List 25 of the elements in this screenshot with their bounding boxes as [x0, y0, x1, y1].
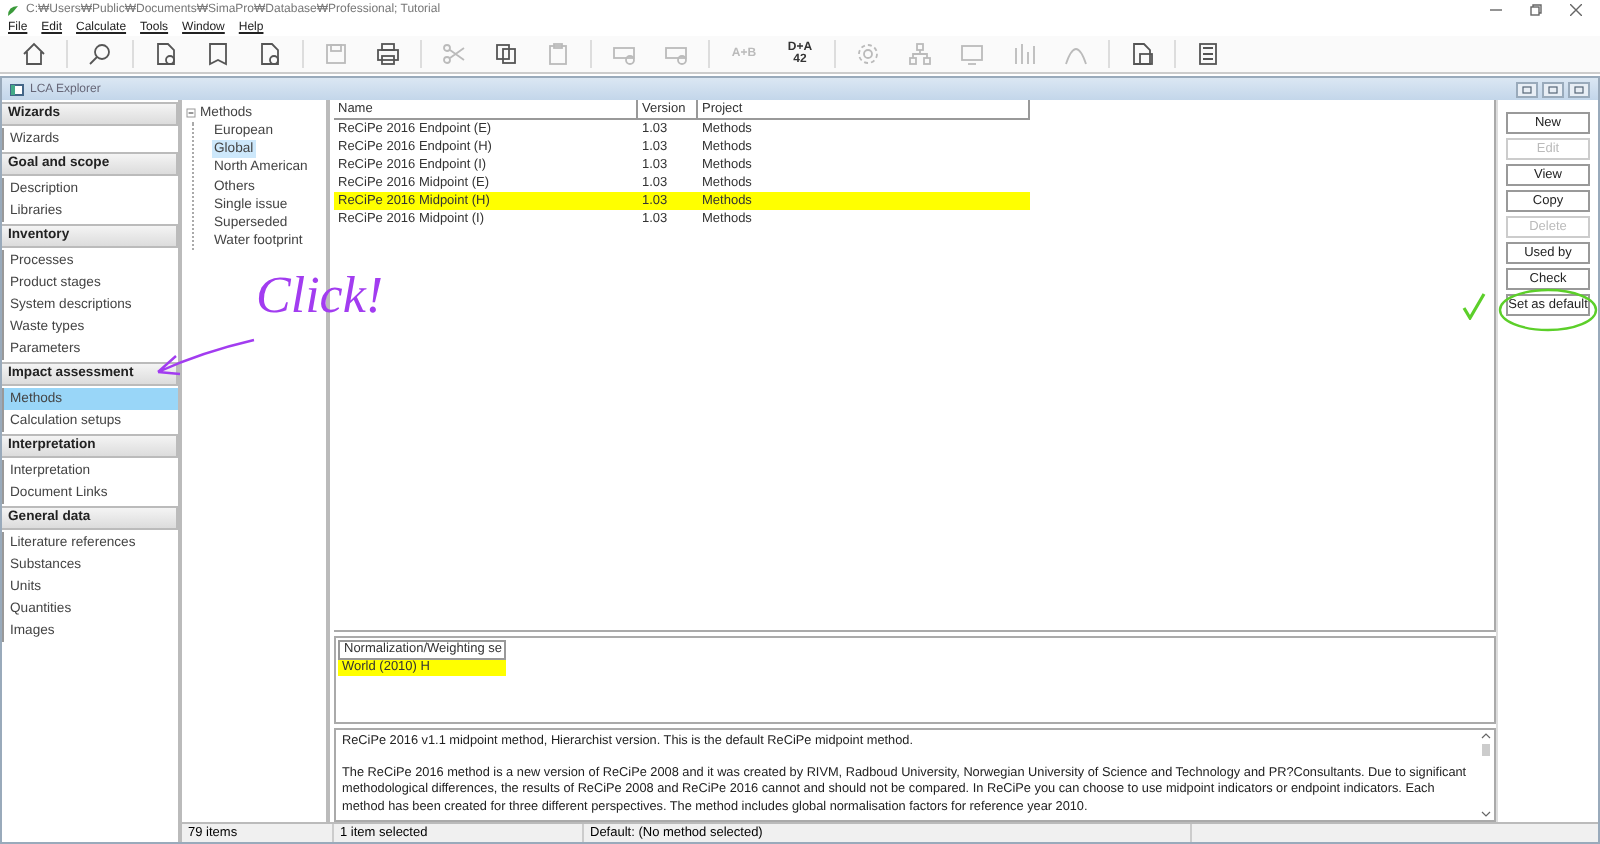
- collapse-icon[interactable]: [186, 108, 196, 118]
- monitor-icon[interactable]: [960, 42, 984, 66]
- circle-drawing: [1498, 288, 1598, 332]
- app-logo-icon: [6, 3, 20, 17]
- report-icon[interactable]: [1130, 42, 1154, 66]
- handwritten-note: Click!: [256, 266, 384, 326]
- print-icon[interactable]: [376, 42, 400, 66]
- document-icon[interactable]: [258, 42, 282, 66]
- close-icon[interactable]: [1570, 4, 1582, 16]
- bar-chart-icon[interactable]: [1012, 42, 1036, 66]
- scissors-icon[interactable]: [442, 42, 466, 66]
- check-mark-icon: [1462, 292, 1486, 320]
- document-icon[interactable]: [154, 42, 178, 66]
- home-icon[interactable]: [22, 42, 46, 66]
- scrollbar[interactable]: [1478, 730, 1494, 820]
- network-icon[interactable]: [908, 42, 932, 66]
- arrow-drawing: [152, 336, 256, 380]
- window-icon: [10, 83, 24, 95]
- clipboard-icon[interactable]: [546, 42, 570, 66]
- gear-icon[interactable]: [856, 42, 880, 66]
- copy-icon[interactable]: [494, 42, 518, 66]
- calculator-icon[interactable]: [1196, 42, 1220, 66]
- save-icon[interactable]: [324, 42, 348, 66]
- search-icon[interactable]: [88, 42, 112, 66]
- curve-chart-icon[interactable]: [1064, 42, 1088, 66]
